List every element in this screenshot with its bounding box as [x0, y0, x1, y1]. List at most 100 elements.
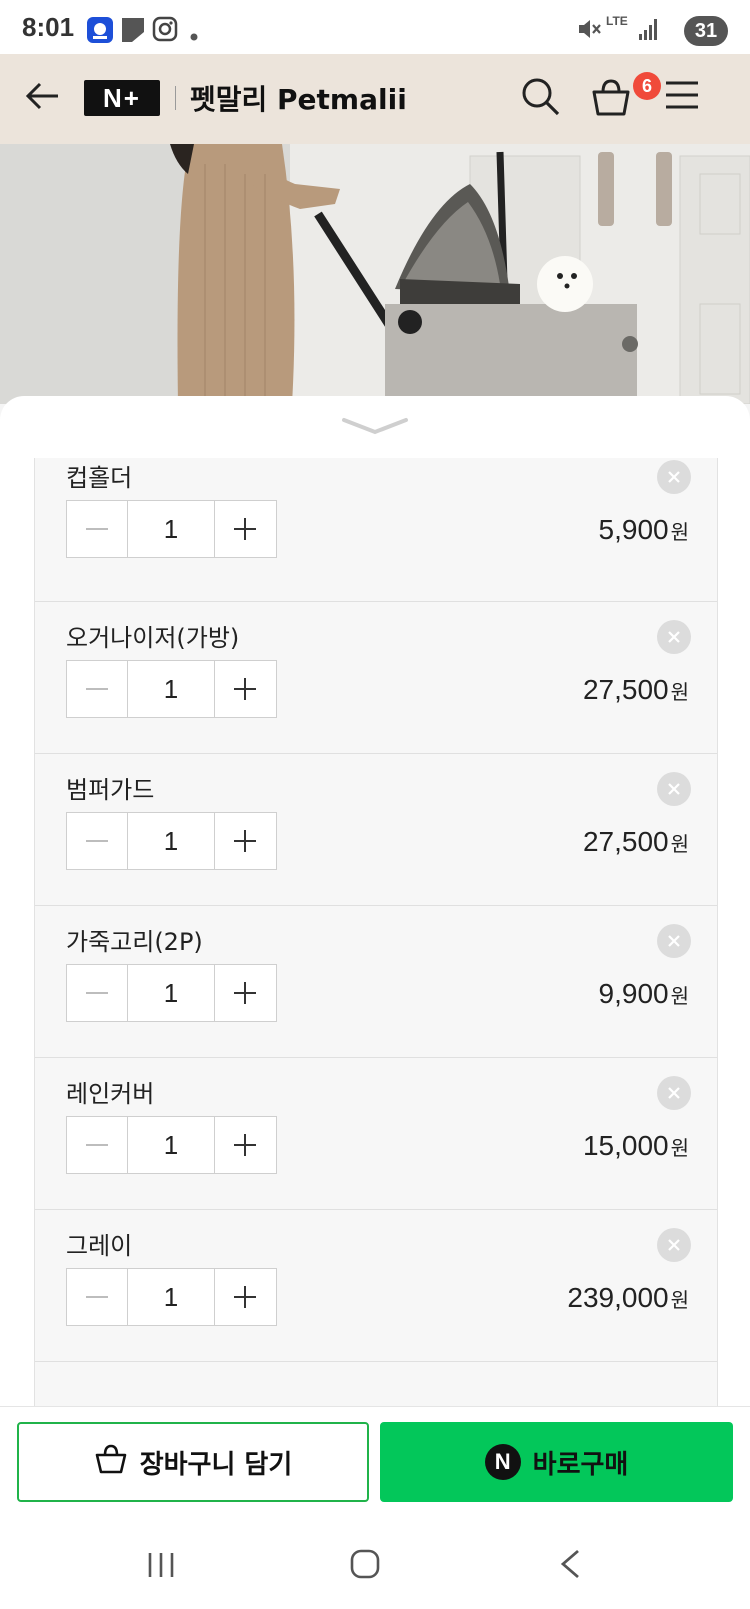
price-amount: 9,900 [598, 978, 669, 1009]
minus-icon [86, 528, 108, 530]
currency-unit: 원 [670, 520, 689, 544]
increase-quantity-button[interactable] [215, 1117, 275, 1173]
quantity-stepper: 1 [66, 500, 277, 558]
option-item-row: 컵홀더 1 5,900 원 [35, 458, 717, 602]
plus-icon [234, 982, 256, 1004]
decrease-quantity-button[interactable] [67, 1269, 127, 1325]
naver-pay-icon: N [484, 1444, 521, 1480]
buy-now-button[interactable]: N 바로구매 [380, 1422, 733, 1502]
quantity-value[interactable]: 1 [127, 965, 215, 1021]
quantity-value[interactable]: 1 [127, 1269, 215, 1325]
remove-option-button[interactable] [657, 1228, 691, 1262]
remove-option-button[interactable] [657, 924, 691, 958]
product-hero-image [0, 144, 750, 404]
decrease-quantity-button[interactable] [67, 501, 127, 557]
plus-icon [234, 678, 256, 700]
naver-plus-logo[interactable]: N+ [84, 80, 160, 116]
instagram-icon [152, 16, 178, 46]
dot-icon [190, 26, 198, 45]
option-price: 27,500 원 [583, 826, 689, 858]
remove-option-button[interactable] [657, 772, 691, 806]
decrease-quantity-button[interactable] [67, 661, 127, 717]
option-name: 오거나이저(가방) [66, 624, 240, 652]
quantity-value[interactable]: 1 [127, 1117, 215, 1173]
plus-icon [234, 1286, 256, 1308]
increase-quantity-button[interactable] [215, 813, 275, 869]
quantity-stepper: 1 [66, 964, 277, 1022]
option-price: 239,000 원 [567, 1282, 689, 1314]
close-icon [668, 1239, 680, 1251]
minus-icon [86, 840, 108, 842]
option-item-row: 가죽고리(2P) 1 9,900 원 [35, 902, 717, 1058]
price-amount: 27,500 [582, 826, 669, 857]
option-name: 범퍼가드 [66, 776, 155, 804]
plus-icon [234, 518, 256, 540]
price-amount: 5,900 [598, 514, 669, 545]
chevron-down-icon[interactable] [340, 414, 410, 442]
decrease-quantity-button[interactable] [67, 965, 127, 1021]
remove-option-button[interactable] [657, 620, 691, 654]
close-icon [668, 783, 680, 795]
minus-icon [86, 992, 108, 994]
shopping-basket-icon[interactable] [590, 78, 632, 122]
option-name: 레인커버 [66, 1080, 155, 1108]
square-icon [120, 16, 146, 48]
option-name: 컵홀더 [66, 464, 133, 492]
back-nav-icon[interactable] [558, 1548, 582, 1584]
add-to-cart-button[interactable]: 장바구니 담기 [17, 1422, 369, 1502]
menu-icon[interactable] [664, 80, 700, 114]
battery-indicator: 31 [684, 16, 728, 46]
currency-unit: 원 [670, 1288, 689, 1312]
store-name[interactable]: 펫말리 Petmalii [190, 78, 407, 118]
close-icon [668, 471, 680, 483]
quantity-value[interactable]: 1 [127, 501, 215, 557]
mute-icon [576, 16, 602, 46]
search-icon[interactable] [520, 76, 560, 120]
decrease-quantity-button[interactable] [67, 1117, 127, 1173]
increase-quantity-button[interactable] [215, 661, 275, 717]
quantity-value[interactable]: 1 [127, 661, 215, 717]
price-amount: 239,000 [567, 1282, 669, 1313]
plus-icon [234, 830, 256, 852]
price-amount: 27,500 [582, 674, 669, 705]
quantity-value[interactable]: 1 [127, 813, 215, 869]
currency-unit: 원 [670, 832, 689, 856]
shopping-bag-icon [94, 1443, 128, 1482]
selected-options-list: 컵홀더 1 5,900 원 오거나이저(가방) 1 27,500 원 범퍼가드 … [34, 458, 718, 1406]
option-price: 15,000 원 [583, 1130, 689, 1162]
quantity-stepper: 1 [66, 660, 277, 718]
status-time: 8:01 [22, 12, 75, 42]
close-icon [668, 1087, 680, 1099]
quantity-stepper: 1 [66, 1116, 277, 1174]
option-item-row: 레인커버 1 15,000 원 [35, 1054, 717, 1210]
option-name: 그레이 [66, 1232, 133, 1260]
close-icon [668, 935, 680, 947]
remove-option-button[interactable] [657, 1076, 691, 1110]
quantity-stepper: 1 [66, 812, 277, 870]
option-price: 9,900 원 [599, 978, 689, 1010]
currency-unit: 원 [670, 984, 689, 1008]
cart-count-badge: 6 [633, 72, 661, 100]
remove-option-button[interactable] [657, 460, 691, 494]
increase-quantity-button[interactable] [215, 501, 275, 557]
header-divider [175, 86, 176, 110]
home-icon[interactable] [349, 1548, 381, 1584]
buy-now-label: 바로구매 [532, 1449, 629, 1480]
decrease-quantity-button[interactable] [67, 813, 127, 869]
increase-quantity-button[interactable] [215, 1269, 275, 1325]
option-item-row: 범퍼가드 1 27,500 원 [35, 750, 717, 906]
price-amount: 15,000 [582, 1130, 669, 1161]
system-nav-bar [0, 1522, 750, 1609]
quantity-stepper: 1 [66, 1268, 277, 1326]
arrow-left-icon[interactable] [24, 80, 60, 116]
increase-quantity-button[interactable] [215, 965, 275, 1021]
recent-apps-icon[interactable] [146, 1550, 176, 1584]
option-item-row: 그레이 1 239,000 원 [35, 1206, 717, 1362]
option-price: 5,900 원 [599, 514, 689, 546]
option-name: 가죽고리(2P) [66, 928, 203, 956]
minus-icon [86, 1144, 108, 1146]
status-bar: 8:01 LTE 31 [0, 0, 750, 54]
joonggonara-app-icon [86, 16, 114, 48]
minus-icon [86, 1296, 108, 1298]
add-to-cart-label: 장바구니 담기 [139, 1449, 293, 1480]
